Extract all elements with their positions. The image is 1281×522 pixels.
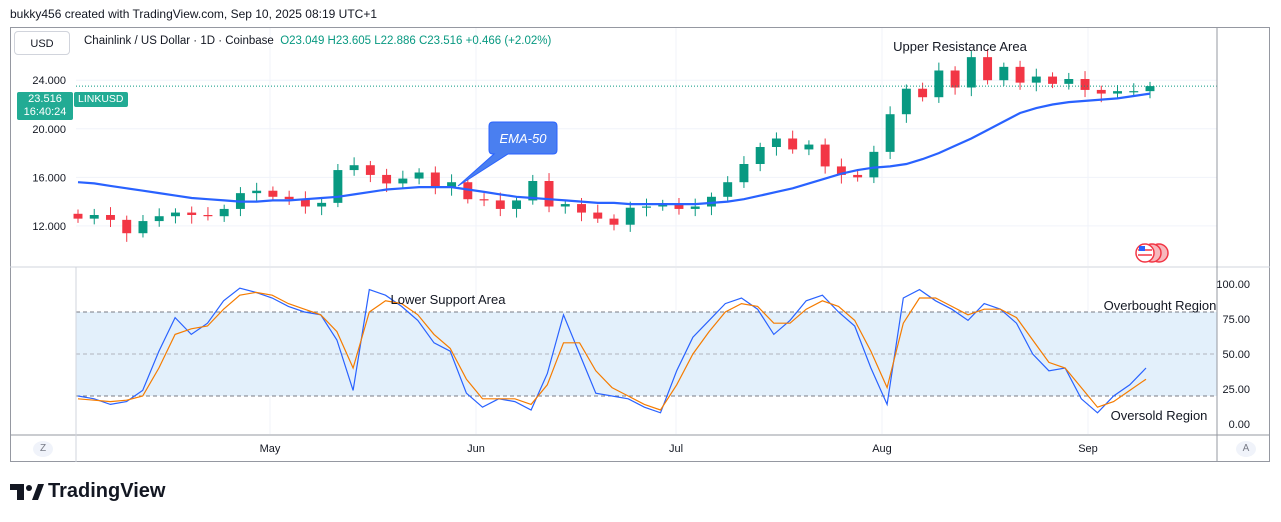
ema-50-label: EMA-50 xyxy=(500,131,548,146)
candle-body xyxy=(642,206,651,208)
candle-body xyxy=(382,174,392,184)
candle-body xyxy=(853,174,863,178)
currency-selector[interactable]: USD xyxy=(14,31,70,55)
last-price-badge: 23.516 16:40:24 xyxy=(17,92,73,120)
candle-body xyxy=(723,182,733,197)
overbought-label: Overbought Region xyxy=(1104,298,1217,313)
candle-body xyxy=(544,181,554,207)
candle-body xyxy=(560,204,570,207)
time-axis-labels: May Jun Jul Aug Sep xyxy=(260,443,1098,455)
candle-body xyxy=(1080,79,1090,90)
candle-body xyxy=(690,206,700,209)
candle-body xyxy=(1048,76,1058,84)
candle-body xyxy=(869,151,879,178)
price-tick-label: 12.000 xyxy=(32,221,66,233)
upper-resistance-label: Upper Resistance Area xyxy=(893,39,1027,54)
candle-body xyxy=(89,215,99,219)
candle-body xyxy=(593,212,603,219)
candle-body xyxy=(625,207,635,225)
candlestick-series xyxy=(73,49,1155,242)
candle-body xyxy=(1113,91,1122,94)
us-flag-icon xyxy=(1135,243,1169,263)
candle-body xyxy=(365,165,375,175)
oversold-label: Oversold Region xyxy=(1111,408,1208,423)
tradingview-logo-icon xyxy=(10,483,44,500)
ticker-badge: LINKUSD xyxy=(74,92,128,107)
candle-body xyxy=(187,212,197,215)
lower-support-label: Lower Support Area xyxy=(391,292,507,307)
candle-body xyxy=(398,178,408,184)
candle-body xyxy=(317,202,327,207)
time-tick-label: Jul xyxy=(669,443,683,455)
candle-body xyxy=(901,88,911,115)
ema-50-callout: EMA-50 xyxy=(457,121,558,187)
candle-body xyxy=(739,164,749,183)
candle-body xyxy=(495,200,505,209)
candle-body xyxy=(1129,91,1139,93)
candle-body xyxy=(284,196,294,200)
candle-body xyxy=(1064,79,1074,84)
candle-body xyxy=(252,190,262,194)
candle-body xyxy=(1096,89,1106,94)
ohlc-values: O23.049 H23.605 L22.886 C23.516 +0.466 (… xyxy=(280,35,552,47)
candle-body xyxy=(609,218,619,225)
chart-canvas[interactable]: 12.000 16.000 20.000 24.000 0.00 25.00 50.00 7… xyxy=(0,0,1281,522)
time-tick-label: Jun xyxy=(467,443,485,455)
candle-body xyxy=(983,57,993,81)
candle-body xyxy=(771,138,781,147)
candle-body xyxy=(1145,86,1155,92)
candle-body xyxy=(430,172,440,188)
candle-body xyxy=(577,204,586,213)
auto-scale-button[interactable]: A xyxy=(1236,441,1256,457)
candle-body xyxy=(804,144,814,150)
candle-body xyxy=(203,215,213,217)
candle-body xyxy=(1031,76,1041,83)
ema-50-line xyxy=(77,92,1151,206)
candle-body xyxy=(154,216,164,222)
candle-body xyxy=(479,199,489,201)
candle-body xyxy=(820,144,830,167)
stoch-tick-label: 75.00 xyxy=(1222,314,1250,326)
candle-body xyxy=(788,138,798,150)
candle-body xyxy=(219,208,229,217)
price-tick-label: 20.000 xyxy=(32,124,66,136)
tradingview-logo: TradingView xyxy=(10,480,165,503)
candle-body xyxy=(170,212,180,217)
candle-body xyxy=(950,70,960,88)
candle-body xyxy=(885,114,895,152)
stoch-tick-label: 100.00 xyxy=(1216,279,1250,291)
last-price-value: 23.516 xyxy=(28,93,62,105)
price-tick-label: 24.000 xyxy=(32,75,66,87)
stoch-tick-label: 50.00 xyxy=(1222,349,1250,361)
stoch-tick-label: 0.00 xyxy=(1229,419,1250,431)
time-tick-label: Aug xyxy=(872,443,892,455)
candle-body xyxy=(349,165,359,171)
candle-body xyxy=(122,219,132,234)
candle-body xyxy=(512,200,522,209)
candle-body xyxy=(999,66,1009,81)
symbol-title[interactable]: Chainlink / US Dollar · 1D · Coinbase xyxy=(84,35,274,47)
bar-countdown: 16:40:24 xyxy=(23,106,67,118)
brand-name: TradingView xyxy=(48,480,166,502)
reset-zoom-button[interactable]: Z xyxy=(33,441,53,457)
candle-body xyxy=(138,221,148,234)
candle-body xyxy=(1015,66,1025,83)
symbol-legend: Chainlink / US Dollar · 1D · Coinbase O2… xyxy=(84,35,551,47)
candle-body xyxy=(414,172,424,179)
candle-body xyxy=(966,57,976,88)
candle-body xyxy=(934,70,944,98)
candle-body xyxy=(268,190,278,197)
stoch-tick-label: 25.00 xyxy=(1222,384,1250,396)
candle-body xyxy=(755,147,765,164)
candle-body xyxy=(106,215,115,220)
price-tick-label: 16.000 xyxy=(32,172,66,184)
stoch-axis-labels: 0.00 25.00 50.00 75.00 100.00 xyxy=(1216,279,1250,431)
time-tick-label: Sep xyxy=(1078,443,1098,455)
candle-body xyxy=(918,88,928,98)
time-tick-label: May xyxy=(260,443,281,455)
candle-body xyxy=(73,213,83,219)
